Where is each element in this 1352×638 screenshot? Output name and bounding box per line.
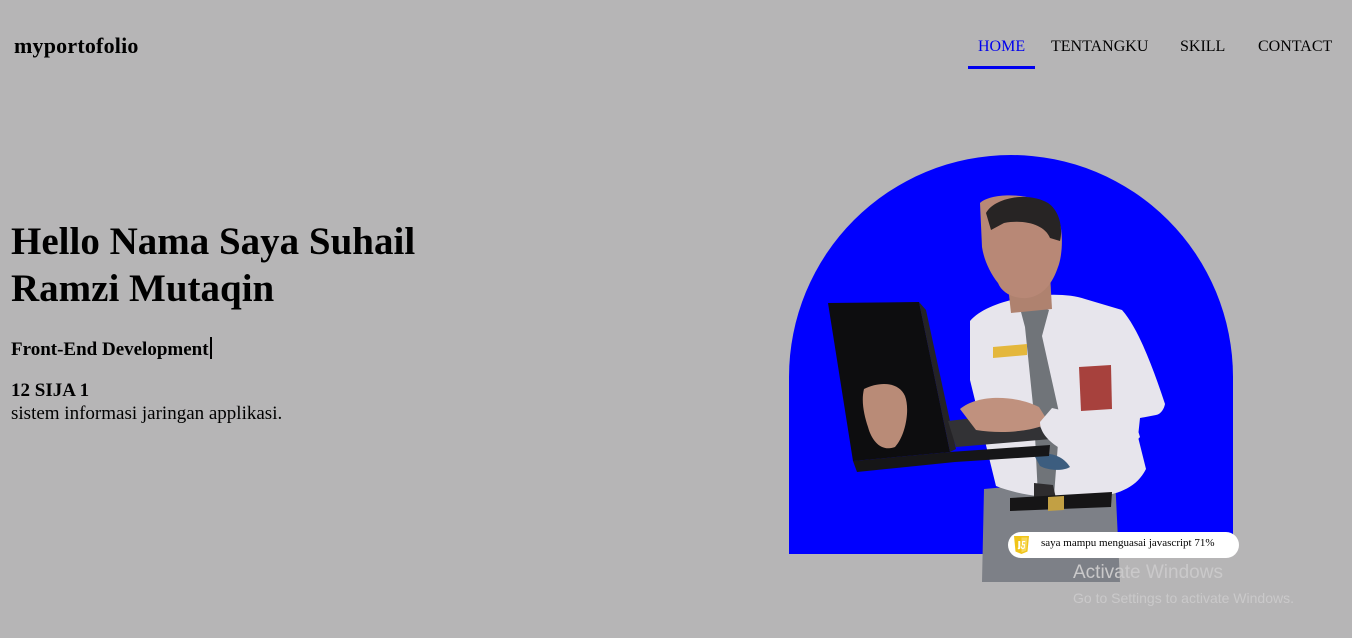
hero-title: Hello Nama Saya Suhail Ramzi Mutaqin <box>11 220 416 310</box>
nav-home[interactable]: HOME <box>978 38 1025 56</box>
profile-photo <box>828 195 1165 582</box>
nav-tentangku[interactable]: TENTANGKU <box>1051 38 1148 56</box>
activate-windows-watermark: Activate Windows Go to Settings to activ… <box>1073 561 1294 608</box>
active-nav-indicator <box>968 66 1035 69</box>
role-text: Front-End Development <box>11 339 209 360</box>
watermark-subtitle: Go to Settings to activate Windows. <box>1073 590 1294 606</box>
nav-skill[interactable]: SKILL <box>1180 38 1225 56</box>
typing-cursor <box>209 337 212 359</box>
nav-contact[interactable]: CONTACT <box>1258 38 1332 56</box>
watermark-title: Activate Windows <box>1073 562 1223 583</box>
role-line: Front-End Development <box>11 337 212 361</box>
major-text: sistem informasi jaringan applikasi. <box>11 403 283 424</box>
javascript-icon <box>1014 536 1029 554</box>
class-name: 12 SIJA 1 <box>11 380 90 401</box>
person-illustration <box>828 195 1165 582</box>
main-nav: HOME TENTANGKU SKILL CONTACT <box>0 38 1352 70</box>
skill-badge-text: saya mampu menguasai javascript 71% <box>1041 537 1215 549</box>
skill-badge: saya mampu menguasai javascript 71% <box>1008 532 1239 558</box>
